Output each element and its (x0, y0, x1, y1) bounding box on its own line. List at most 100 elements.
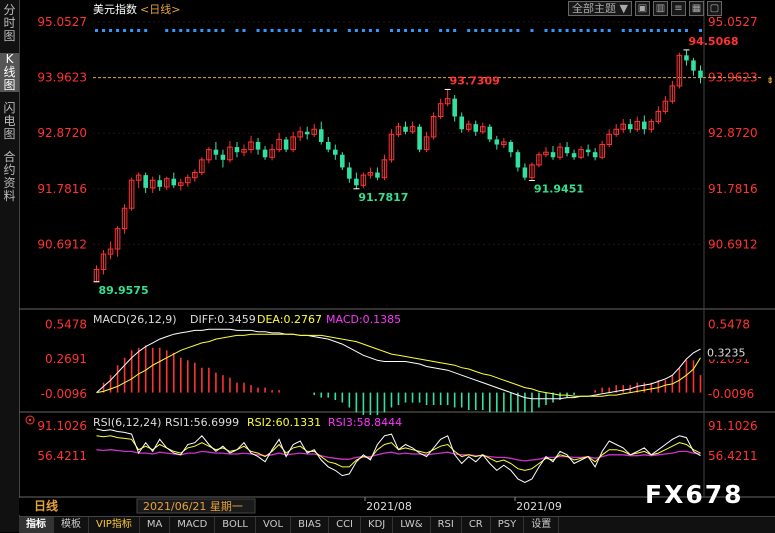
signal-dot (277, 29, 281, 32)
signal-dot (439, 29, 443, 32)
indicator-tab-5[interactable]: BOLL (215, 517, 256, 533)
signal-dot (186, 29, 190, 32)
signal-dot (333, 29, 337, 32)
signal-dot (453, 29, 457, 32)
signal-dot (326, 29, 330, 32)
signal-dot (635, 29, 639, 32)
signal-dot (579, 29, 583, 32)
signal-dot (109, 29, 113, 32)
signal-dot (677, 29, 681, 32)
price-tick-left: 93.9623 (37, 71, 87, 85)
candle-body (417, 126, 422, 150)
rsi-tick-left: 56.4211 (37, 449, 87, 463)
indicator-tab-4[interactable]: MACD (170, 517, 216, 533)
candle-body (592, 152, 598, 158)
rsi-tick-right: 56.4211 (708, 449, 758, 463)
price-tick-left: 90.6912 (37, 237, 87, 251)
signal-dot (361, 29, 365, 32)
candle-body (452, 98, 457, 117)
indicator-tab-12[interactable]: CR (462, 517, 491, 533)
candle-body (325, 141, 331, 150)
signal-dot (312, 29, 316, 32)
candle-body (304, 131, 310, 135)
indicator-tab-3[interactable]: MA (140, 517, 171, 533)
sidebar-item-1[interactable]: K线图 (0, 53, 19, 92)
signal-dot (347, 29, 351, 32)
signal-dot (544, 29, 548, 32)
sidebar-item-0[interactable]: 分时图 (0, 4, 19, 43)
signal-dot (530, 29, 534, 32)
extreme-label: 93.7309 (450, 74, 500, 87)
candle-body (684, 55, 689, 61)
indicator-tab-7[interactable]: BIAS (291, 517, 330, 533)
signal-dot (130, 29, 134, 32)
indicator-tab-6[interactable]: VOL (256, 517, 292, 533)
signal-dot (593, 29, 597, 32)
signal-dot (137, 29, 141, 32)
signal-dot (572, 29, 576, 32)
signal-dot (698, 29, 702, 32)
price-tick-left: 91.7816 (37, 182, 87, 196)
rsi2-readout: RSI2:60.1331 (247, 416, 321, 429)
indicator-tab-11[interactable]: RSI (431, 517, 462, 533)
sidebar-item-3[interactable]: 合约资料 (0, 151, 19, 203)
maximize-icon[interactable]: ▢ (706, 1, 722, 16)
signal-dot (214, 29, 218, 32)
candle-body (318, 129, 324, 142)
signal-dot (284, 29, 288, 32)
signal-dot (123, 29, 127, 32)
extreme-label: 94.5068 (688, 35, 738, 48)
sidebar-item-2[interactable]: 闪电图 (0, 102, 19, 141)
candle-body (375, 172, 380, 178)
indicator-tab-2[interactable]: VIP指标 (89, 517, 140, 533)
restore-icon[interactable]: ▣ (634, 1, 650, 16)
signal-dot (446, 29, 450, 32)
price-tick-left: 95.0527 (37, 15, 87, 29)
signal-dot (375, 29, 379, 32)
candle-body (340, 154, 345, 168)
candle-body (157, 180, 163, 187)
month-label: 2021/08 (366, 500, 412, 513)
diff-readout: DIFF:0.3459 (190, 313, 256, 326)
signal-dot (172, 29, 176, 32)
macd-tick-right: 0.5478 (708, 317, 750, 331)
macd-tick-left: 0.2691 (45, 352, 87, 366)
signal-dot (425, 29, 429, 32)
signal-dot (207, 29, 211, 32)
left-sidebar: 分时图 K线图闪电图合约资料 (0, 0, 20, 532)
signal-dot (263, 29, 267, 32)
candle-body (494, 139, 500, 145)
signal-dot (481, 29, 485, 32)
list-icon[interactable]: ≡ (670, 1, 686, 16)
candle-body (642, 121, 647, 130)
chart-canvas: 美元指数 <日线>95.0527 95.052793.9623 93.962392.8… (19, 0, 775, 515)
signal-dot (368, 29, 372, 32)
layout-icon[interactable]: ▥ (652, 1, 668, 16)
signal-dot (221, 29, 225, 32)
indicator-tab-13[interactable]: PSY (491, 517, 525, 533)
candle-body (143, 175, 148, 188)
target-icon (25, 415, 35, 425)
candle-body (171, 178, 177, 186)
signal-dot (509, 29, 513, 32)
indicator-tab-14[interactable]: 设置 (524, 517, 560, 533)
candle-body (333, 149, 338, 155)
indicator-tab-0[interactable]: 指标 (19, 517, 54, 533)
signal-dot (467, 29, 471, 32)
signal-dot (684, 29, 688, 32)
price-tick-right: 91.7816 (708, 182, 758, 196)
month-label: 2021/09 (516, 500, 562, 513)
signal-dot (319, 29, 323, 32)
indicator-tab-8[interactable]: CCI (329, 517, 362, 533)
chevron-down-icon: ▼ (619, 2, 628, 15)
indicator-tab-1[interactable]: 模板 (54, 517, 89, 533)
signal-dot (621, 29, 625, 32)
watermark-logo: FX678 (645, 480, 744, 509)
indicator-tab-10[interactable]: LW& (393, 517, 431, 533)
theme-select-label: 全部主题 (572, 2, 616, 15)
signal-dot (642, 29, 646, 32)
theme-select[interactable]: 全部主题 ▼ (568, 1, 632, 16)
rsi-name: RSI(6,12,24) (93, 416, 161, 429)
grid-icon[interactable]: ▦ (688, 1, 704, 16)
indicator-tab-9[interactable]: KDJ (361, 517, 394, 533)
